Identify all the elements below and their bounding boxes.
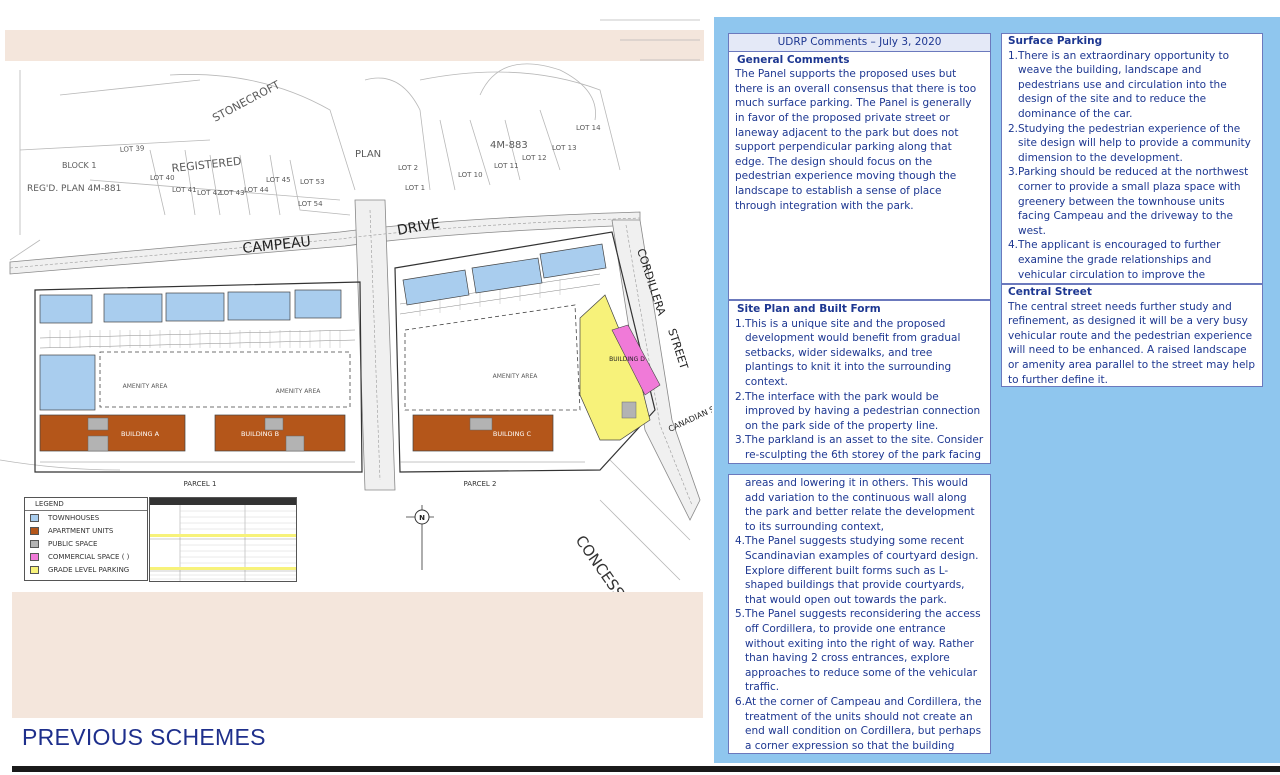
svg-text:LOT 12: LOT 12 bbox=[522, 154, 547, 162]
label-canadian-shield: CANADIAN SHIELD AVENUE bbox=[667, 380, 712, 434]
list-item: 1. There is an extraordinary opportunity … bbox=[1008, 49, 1230, 120]
label-amenity-b: AMENITY AREA bbox=[276, 388, 322, 395]
surface-parking-box: Surface Parking 1. There is an extraordin… bbox=[1001, 33, 1263, 284]
svg-text:LOT 43: LOT 43 bbox=[220, 189, 245, 197]
bottom-rule bbox=[12, 766, 1280, 772]
site-plan-list-continued: areas and lowering it in others. This wo… bbox=[735, 476, 984, 753]
site-plan-continued-box: areas and lowering it in others. This wo… bbox=[728, 474, 991, 754]
surface-parking-title: Surface Parking bbox=[1008, 35, 1103, 47]
legend-swatch bbox=[30, 526, 39, 535]
legend-item: APARTMENT UNITS bbox=[25, 524, 147, 537]
svg-text:LOT 45: LOT 45 bbox=[266, 176, 291, 184]
central-street-body: The central street needs further study a… bbox=[1008, 300, 1256, 386]
label-parcel-2: PARCEL 2 bbox=[464, 480, 497, 488]
svg-text:LOT 53: LOT 53 bbox=[300, 178, 325, 186]
label-campeau: CAMPEAU bbox=[242, 234, 312, 257]
list-item: 3. Parking should be reduced at the north… bbox=[1008, 166, 1249, 237]
list-item: 2. Studying the pedestrian experience of … bbox=[1008, 122, 1251, 164]
label-plan-number: 4M-883 bbox=[490, 140, 528, 151]
svg-text:LOT 39: LOT 39 bbox=[120, 144, 145, 154]
legend-swatch bbox=[30, 539, 39, 548]
north-arrow: N bbox=[406, 505, 434, 570]
central-street-box: Central Street The central street needs … bbox=[1001, 284, 1263, 387]
legend-swatch bbox=[30, 552, 39, 561]
svg-text:LOT 41: LOT 41 bbox=[172, 186, 197, 194]
label-block1: BLOCK 1 bbox=[62, 161, 96, 170]
legend-swatch bbox=[30, 513, 39, 522]
svg-text:LOT 2: LOT 2 bbox=[398, 164, 418, 172]
legend-label: COMMERCIAL SPACE ( ) bbox=[48, 552, 130, 561]
previous-schemes-title: PREVIOUS SCHEMES bbox=[22, 724, 266, 750]
site-plan-title: Site Plan and Built Form bbox=[737, 303, 881, 315]
list-item: 5. The Panel suggests reconsidering the a… bbox=[735, 608, 981, 694]
comments-header: UDRP Comments – July 3, 2020 bbox=[729, 34, 990, 52]
svg-text:LOT 11: LOT 11 bbox=[494, 162, 519, 170]
legend-title: LEGEND bbox=[25, 498, 147, 511]
label-building-b: BUILDING B bbox=[241, 430, 279, 438]
label-building-a: BUILDING A bbox=[121, 430, 160, 438]
label-stonecroft: STONECROFT bbox=[210, 78, 282, 125]
bottom-banner-band bbox=[12, 592, 703, 718]
legend-item: TOWNHOUSES bbox=[25, 511, 147, 524]
general-comments-title: General Comments bbox=[737, 53, 850, 66]
list-item: 2. The interface with the park would be i… bbox=[735, 390, 981, 432]
site-plan-list: 1. This is a unique site and the proposed… bbox=[735, 317, 984, 463]
legend-label: TOWNHOUSES bbox=[48, 513, 100, 522]
statistics-table-lines bbox=[150, 505, 296, 581]
list-item: 1. This is a unique site and the proposed… bbox=[735, 317, 961, 388]
general-comments-body: The Panel supports the proposed uses but… bbox=[735, 68, 977, 212]
legend-label: PUBLIC SPACE bbox=[48, 539, 98, 548]
svg-text:LOT 10: LOT 10 bbox=[458, 171, 483, 179]
label-plan: PLAN bbox=[355, 149, 381, 160]
legend-item: GRADE LEVEL PARKING bbox=[25, 563, 147, 576]
list-item: 3. The parkland is an asset to the site. … bbox=[735, 434, 984, 461]
svg-text:LOT 40: LOT 40 bbox=[150, 174, 175, 182]
list-item: 6. At the corner of Campeau and Cordiller… bbox=[735, 695, 982, 752]
legend-label: GRADE LEVEL PARKING bbox=[48, 565, 130, 574]
svg-text:LOT 44: LOT 44 bbox=[244, 186, 269, 194]
list-item: areas and lowering it in others. This wo… bbox=[745, 477, 975, 533]
list-item: 4. The applicant is encouraged to further… bbox=[1008, 239, 1221, 281]
svg-text:LOT 1: LOT 1 bbox=[405, 184, 425, 192]
surface-parking-list: 1. There is an extraordinary opportunity … bbox=[1008, 49, 1256, 283]
label-amenity-a: AMENITY AREA bbox=[123, 383, 169, 390]
svg-text:N: N bbox=[419, 514, 425, 522]
list-item: 4. The Panel suggests studying some recen… bbox=[735, 535, 979, 606]
label-registered: REGISTERED bbox=[171, 155, 242, 175]
general-comments-box: UDRP Comments – July 3, 2020 General Com… bbox=[728, 33, 991, 300]
plan-legend: LEGEND TOWNHOUSES APARTMENT UNITS PUBLIC… bbox=[24, 497, 148, 581]
label-building-c: BUILDING C bbox=[493, 430, 532, 438]
label-street: STREET bbox=[665, 327, 690, 371]
legend-label: APARTMENT UNITS bbox=[48, 526, 114, 535]
legend-swatch bbox=[30, 565, 39, 574]
site-plan-box: Site Plan and Built Form 1. This is a uni… bbox=[728, 300, 991, 464]
statistics-table bbox=[149, 497, 297, 582]
label-regd-plan: REG'D. PLAN 4M-881 bbox=[27, 184, 121, 194]
central-street-title: Central Street bbox=[1008, 286, 1092, 298]
svg-text:LOT 13: LOT 13 bbox=[552, 144, 577, 152]
label-building-d: BUILDING D bbox=[609, 356, 645, 363]
label-parcel-1: PARCEL 1 bbox=[184, 480, 217, 488]
svg-text:LOT 54: LOT 54 bbox=[298, 200, 323, 208]
svg-text:LOT 14: LOT 14 bbox=[576, 124, 601, 132]
legend-item: PUBLIC SPACE bbox=[25, 537, 147, 550]
label-amenity-c: AMENITY AREA bbox=[493, 373, 539, 380]
svg-text:LOT 42: LOT 42 bbox=[197, 189, 222, 197]
legend-item: COMMERCIAL SPACE ( ) bbox=[25, 550, 147, 563]
